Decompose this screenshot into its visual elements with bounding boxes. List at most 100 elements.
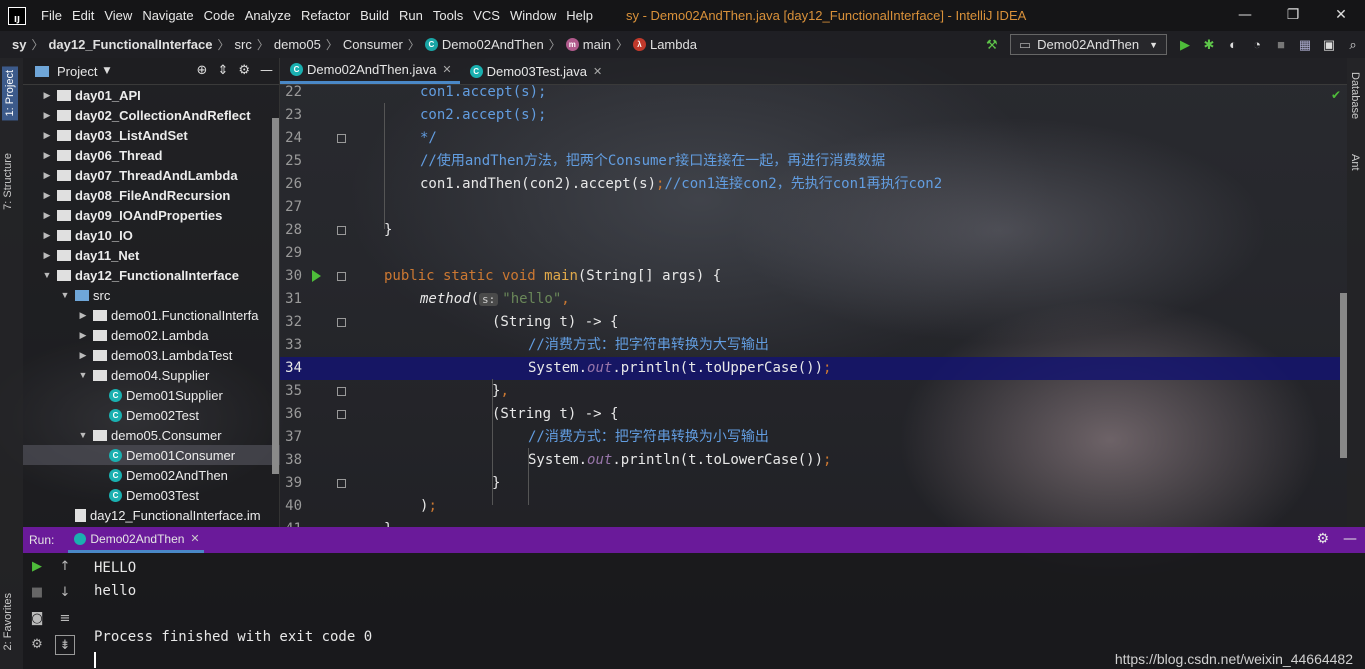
fold-marker-icon[interactable] [337, 226, 346, 235]
console-output[interactable]: HELLO hello Process finished with exit cod… [94, 557, 372, 669]
menu-item-code[interactable]: Code [199, 8, 240, 23]
console-input-line[interactable] [94, 649, 372, 669]
fold-marker-icon[interactable] [337, 479, 346, 488]
fold-marker-icon[interactable] [337, 410, 346, 419]
run-configuration-select[interactable]: ▭ Demo02AndThen ▼ [1009, 34, 1167, 55]
collapsed-arrow-icon[interactable]: ▶ [77, 330, 89, 341]
code-line[interactable]: 37 //消费方式：把字符串转换为小写输出 [280, 426, 1347, 449]
menu-item-edit[interactable]: Edit [67, 8, 99, 23]
tree-item[interactable]: ▶ day10_IO [23, 225, 280, 245]
menu-item-tools[interactable]: Tools [428, 8, 468, 23]
hide-icon[interactable]: — [1343, 531, 1357, 547]
close-tab-icon[interactable]: ✕ [593, 65, 602, 78]
fold-marker-icon[interactable] [337, 134, 346, 143]
search-everywhere-icon[interactable]: ⌕ [1341, 33, 1365, 57]
close-tab-icon[interactable]: ✕ [190, 532, 199, 545]
soft-wrap-icon[interactable]: ≡ [55, 609, 75, 629]
menu-item-refactor[interactable]: Refactor [296, 8, 355, 23]
rerun-icon[interactable]: ▶ [27, 557, 47, 577]
code-line[interactable]: 28} [280, 219, 1347, 242]
code-line[interactable]: 25 //使用andThen方法，把两个Consumer接口连接在一起，再进行消费… [280, 150, 1347, 173]
menu-item-navigate[interactable]: Navigate [137, 8, 198, 23]
maximize-icon[interactable]: ❐ [1269, 0, 1317, 31]
code-line[interactable]: 24 */ [280, 127, 1347, 150]
project-scrollbar[interactable] [272, 118, 279, 474]
tab-structure-tool[interactable]: 7: Structure [2, 153, 14, 210]
code-line[interactable]: 34 System.out.println(t.toUpperCase()); [280, 357, 1347, 380]
gear-icon[interactable]: ⚙ [1316, 531, 1329, 547]
tree-item[interactable]: ▶ day08_FileAndRecursion [23, 185, 280, 205]
gear-icon[interactable]: ⚙ [238, 63, 250, 78]
close-icon[interactable]: ✕ [1317, 0, 1365, 31]
tree-item[interactable]: ▼ demo04.Supplier [23, 365, 280, 385]
tree-item[interactable]: C Demo01Consumer [23, 445, 280, 465]
tree-item[interactable]: C Demo02AndThen [23, 465, 280, 485]
menu-item-analyze[interactable]: Analyze [240, 8, 296, 23]
menu-item-build[interactable]: Build [355, 8, 394, 23]
expanded-arrow-icon[interactable]: ▼ [77, 370, 89, 380]
project-panel-title[interactable]: Project [57, 64, 97, 79]
tree-item[interactable]: ▶ day02_CollectionAndReflect [23, 105, 280, 125]
fold-marker-icon[interactable] [337, 318, 346, 327]
tree-item[interactable]: C Demo01Supplier [23, 385, 280, 405]
tree-item[interactable]: day12_FunctionalInterface.im [23, 505, 280, 525]
tree-item[interactable]: ▼ day12_FunctionalInterface [23, 265, 280, 285]
terminal-icon[interactable]: ▣ [1317, 33, 1341, 57]
tree-item[interactable]: ▶ day06_Thread [23, 145, 280, 165]
expanded-arrow-icon[interactable]: ▼ [41, 270, 53, 280]
tab-ant-tool[interactable]: Ant [1349, 154, 1361, 171]
breadcrumb-item-subpackage[interactable]: Consumer [343, 37, 403, 52]
tree-item[interactable]: ▶ day03_ListAndSet [23, 125, 280, 145]
code-line[interactable]: 40); [280, 495, 1347, 518]
settings-icon[interactable]: ⚙ [27, 635, 47, 655]
code-line[interactable]: 22 con1.accept(s); [280, 85, 1347, 104]
arrow-down-icon[interactable]: ↓ [55, 583, 75, 603]
expanded-arrow-icon[interactable]: ▼ [59, 290, 71, 300]
collapsed-arrow-icon[interactable]: ▶ [77, 310, 89, 321]
menu-item-window[interactable]: Window [505, 8, 561, 23]
tree-item[interactable]: C Demo02Test [23, 405, 280, 425]
expanded-arrow-icon[interactable]: ▼ [77, 430, 89, 440]
tree-item[interactable]: ▶ day11_Net [23, 245, 280, 265]
collapsed-arrow-icon[interactable]: ▶ [41, 170, 53, 181]
run-tab[interactable]: Demo02AndThen ✕ [68, 527, 204, 553]
breadcrumb-item-src[interactable]: src [235, 37, 252, 52]
breadcrumb-item-package[interactable]: demo05 [274, 37, 321, 52]
project-structure-icon[interactable]: ▦ [1293, 33, 1317, 57]
collapse-all-icon[interactable]: ⇕ [217, 63, 228, 78]
code-line[interactable]: 39} [280, 472, 1347, 495]
tab-project-tool[interactable]: 1: Project [2, 66, 18, 121]
code-line[interactable]: 33 //消费方式：把字符串转换为大写输出 [280, 334, 1347, 357]
menu-item-file[interactable]: File [36, 8, 67, 23]
debug-icon[interactable]: ✱ [1197, 33, 1221, 57]
menu-item-run[interactable]: Run [394, 8, 428, 23]
fold-marker-icon[interactable] [337, 272, 346, 281]
tree-item[interactable]: ▶ day01_API [23, 85, 280, 105]
scroll-to-end-icon[interactable]: ⇟ [55, 635, 75, 655]
run-icon[interactable]: ▶ [1173, 33, 1197, 57]
menu-item-help[interactable]: Help [561, 8, 598, 23]
collapsed-arrow-icon[interactable]: ▶ [41, 130, 53, 141]
arrow-up-icon[interactable]: ↑ [55, 557, 75, 577]
breadcrumb-item-method[interactable]: main [583, 37, 611, 52]
editor-scrollbar[interactable] [1340, 293, 1347, 458]
tree-item[interactable]: ▼ demo05.Consumer [23, 425, 280, 445]
tree-item[interactable]: C Demo03Test [23, 485, 280, 505]
breadcrumb-item-module[interactable]: day12_FunctionalInterface [48, 37, 212, 52]
menu-item-vcs[interactable]: VCS [468, 8, 505, 23]
breadcrumb-item-lambda[interactable]: Lambda [650, 37, 697, 52]
collapsed-arrow-icon[interactable]: ▶ [41, 190, 53, 201]
close-tab-icon[interactable]: ✕ [442, 63, 451, 76]
hammer-build-icon[interactable]: ⚒ [980, 33, 1004, 57]
tab-favorites-tool[interactable]: 2: Favorites [2, 593, 14, 650]
collapsed-arrow-icon[interactable]: ▶ [41, 110, 53, 121]
code-line[interactable]: 27 [280, 196, 1347, 219]
breadcrumb-item-project[interactable]: sy [12, 37, 26, 52]
code-view[interactable]: 22 con1.accept(s); 23 con2.accept(s); 24 */ 25… [280, 85, 1347, 527]
stop-icon[interactable]: ■ [1269, 33, 1293, 57]
collapsed-arrow-icon[interactable]: ▶ [41, 150, 53, 161]
tab-demo03test[interactable]: C Demo03Test.java ✕ [460, 58, 611, 84]
code-line[interactable]: 36 (String t) -> { [280, 403, 1347, 426]
menu-item-view[interactable]: View [99, 8, 137, 23]
code-line[interactable]: 30 public static void main(String[] args)… [280, 265, 1347, 288]
